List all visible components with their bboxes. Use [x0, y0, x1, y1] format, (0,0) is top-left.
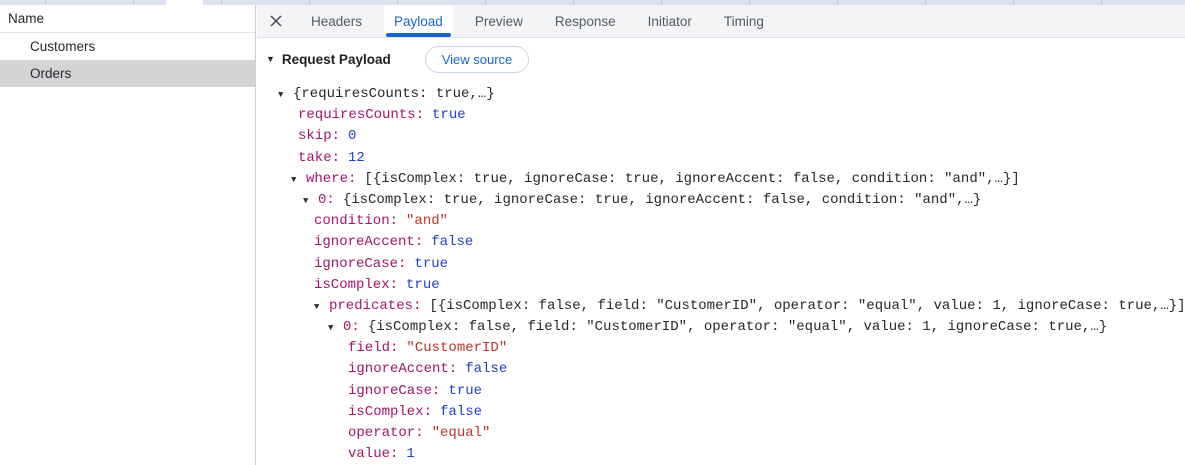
tree-row-where-0[interactable]: ▼0 {isComplex: true, ignoreCase: true, ig…: [257, 190, 1185, 211]
tree-row[interactable]: ignoreAccent false: [257, 359, 1185, 380]
json-key: operator: [348, 425, 424, 441]
request-row-customers[interactable]: Customers: [0, 33, 255, 60]
tree-row-where[interactable]: ▼where [{isComplex: true, ignoreCase: tru…: [257, 169, 1185, 190]
tree-expander-icon[interactable]: ▼: [303, 191, 318, 212]
json-key: field: [348, 340, 398, 356]
json-value: false: [431, 234, 474, 251]
detail-tabbar: Headers Payload Preview Response Initiat…: [257, 5, 1185, 38]
json-value: true: [414, 255, 449, 272]
json-value: 12: [348, 149, 365, 166]
tree-expander-icon[interactable]: ▼: [291, 170, 306, 191]
tree-expander-icon[interactable]: ▼: [328, 318, 343, 339]
tab-response[interactable]: Response: [545, 5, 626, 37]
json-key: where: [306, 171, 356, 187]
json-key: take: [298, 150, 340, 166]
tab-preview[interactable]: Preview: [465, 5, 533, 37]
json-key: ignoreAccent: [314, 234, 423, 250]
tree-row-predicates-0[interactable]: ▼0 {isComplex: false, field: "CustomerID"…: [257, 317, 1185, 338]
object-preview: {requiresCounts: true,…}: [293, 86, 495, 102]
json-key: skip: [298, 128, 340, 144]
json-value: true: [448, 382, 483, 399]
name-column-header[interactable]: Name: [0, 5, 255, 33]
json-value: false: [440, 403, 483, 420]
tree-expander-icon[interactable]: ▼: [278, 85, 293, 106]
object-preview: {isComplex: false, field: "CustomerID", …: [367, 319, 1108, 336]
tree-row[interactable]: isComplex true: [257, 275, 1185, 296]
tree-expander-icon[interactable]: ▼: [314, 297, 329, 318]
request-name-label: Customers: [30, 39, 96, 54]
json-value: true: [406, 276, 440, 293]
object-preview: [{isComplex: true, ignoreCase: true, ign…: [364, 170, 1020, 187]
json-key: ignoreAccent: [348, 361, 457, 377]
tree-row-predicates[interactable]: ▼predicates [{isComplex: false, field: "C…: [257, 296, 1185, 317]
json-key: requiresCounts: [298, 107, 424, 123]
json-key: value: [348, 446, 398, 462]
json-key: 0: [343, 319, 360, 335]
tree-row[interactable]: value 1: [257, 444, 1185, 465]
json-key: ignoreCase: [348, 383, 440, 399]
request-details-panel: Headers Payload Preview Response Initiat…: [257, 5, 1185, 465]
json-key: isComplex: [348, 404, 432, 420]
view-source-button[interactable]: View source: [424, 45, 530, 73]
close-button[interactable]: [257, 5, 295, 37]
request-name-label: Orders: [30, 66, 72, 81]
tab-timing[interactable]: Timing: [714, 5, 774, 37]
json-value: true: [432, 107, 466, 124]
json-value: "and": [406, 213, 449, 230]
object-preview: {isComplex: true, ignoreCase: true, igno…: [342, 191, 982, 208]
tree-row[interactable]: operator "equal": [257, 423, 1185, 444]
tab-payload[interactable]: Payload: [384, 5, 453, 37]
request-row-orders[interactable]: Orders: [0, 60, 255, 87]
json-value: "equal": [431, 425, 491, 441]
object-preview: [{isComplex: false, field: "CustomerID",…: [429, 297, 1185, 314]
json-key: isComplex: [314, 277, 398, 293]
payload-json-tree: ▼ {requiresCounts: true,…} requiresCounts…: [257, 84, 1185, 465]
json-key: predicates: [329, 298, 421, 314]
collapse-triangle-icon[interactable]: ▼: [266, 54, 275, 64]
json-key: 0: [318, 192, 335, 208]
tree-row[interactable]: requiresCounts true: [257, 105, 1185, 126]
request-payload-section-header: ▼ Request Payload View source: [257, 45, 1185, 73]
json-value: false: [465, 361, 508, 378]
json-value: 1: [406, 446, 415, 463]
json-value: "CustomerID": [406, 340, 508, 357]
tree-row[interactable]: isComplex false: [257, 402, 1185, 423]
tree-row[interactable]: skip 0: [257, 126, 1185, 147]
json-key: ignoreCase: [314, 256, 406, 272]
close-icon: [270, 15, 282, 27]
tab-initiator[interactable]: Initiator: [638, 5, 702, 37]
tree-row[interactable]: take 12: [257, 148, 1185, 169]
json-key: condition: [314, 213, 398, 229]
section-title: Request Payload: [281, 51, 391, 67]
tree-row-root[interactable]: ▼ {requiresCounts: true,…}: [257, 84, 1185, 105]
network-requests-panel: Name Customers Orders: [0, 5, 256, 465]
tree-row[interactable]: ignoreAccent false: [257, 232, 1185, 253]
json-value: 0: [348, 128, 357, 145]
tree-row[interactable]: condition "and": [257, 211, 1185, 232]
tree-row[interactable]: field "CustomerID": [257, 338, 1185, 359]
tab-headers[interactable]: Headers: [301, 5, 372, 37]
tree-row[interactable]: ignoreCase true: [257, 254, 1185, 275]
tree-row[interactable]: ignoreCase true: [257, 381, 1185, 402]
